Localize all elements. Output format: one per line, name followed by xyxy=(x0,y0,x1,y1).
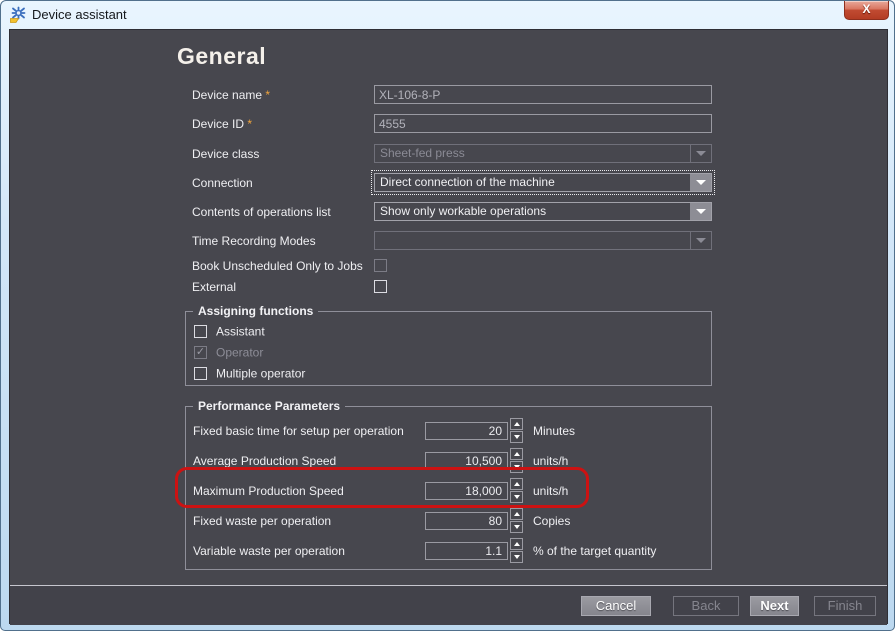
unit-label: units/h xyxy=(533,482,568,500)
connection-label: Connection xyxy=(192,173,253,192)
fixed-waste-stepper xyxy=(510,508,523,534)
operator-row: ✓Operator xyxy=(194,345,263,360)
maximum-speed-row: Maximum Production Speed units/h xyxy=(186,482,711,501)
average-speed-input[interactable] xyxy=(425,452,508,470)
spin-down-button[interactable] xyxy=(510,521,523,533)
variable-waste-stepper xyxy=(510,538,523,564)
assigning-functions-title: Assigning functions xyxy=(193,304,318,318)
required-marker: * xyxy=(265,88,270,102)
cancel-button[interactable]: Cancel xyxy=(581,596,651,616)
device-name-input[interactable] xyxy=(374,85,712,104)
chevron-down-icon[interactable] xyxy=(690,203,711,220)
spin-down-button[interactable] xyxy=(510,431,523,443)
time-recording-select xyxy=(374,231,712,250)
operator-checkbox: ✓ xyxy=(194,346,207,359)
operations-list-select[interactable]: Show only workable operations xyxy=(374,202,712,221)
spin-up-button[interactable] xyxy=(510,538,523,550)
device-id-label: Device ID * xyxy=(192,114,252,133)
spin-up-button[interactable] xyxy=(510,508,523,520)
connection-select[interactable]: Direct connection of the machine xyxy=(374,173,712,192)
device-id-input[interactable] xyxy=(374,114,712,133)
finish-button: Finish xyxy=(814,596,876,616)
time-recording-label: Time Recording Modes xyxy=(192,231,316,250)
external-label: External xyxy=(192,279,236,294)
page-title: General xyxy=(177,43,266,70)
spin-down-button[interactable] xyxy=(510,551,523,563)
spin-up-button[interactable] xyxy=(510,478,523,490)
setup-time-input[interactable] xyxy=(425,422,508,440)
setup-time-row: Fixed basic time for setup per operation… xyxy=(186,422,711,441)
performance-parameters-group: Performance Parameters Fixed basic time … xyxy=(185,406,712,570)
assistant-row: Assistant xyxy=(194,324,265,339)
dialog-content: General Device name * Device ID * Device… xyxy=(9,29,888,624)
performance-parameters-title: Performance Parameters xyxy=(193,399,345,413)
chevron-down-icon xyxy=(690,145,711,162)
back-button: Back xyxy=(673,596,739,616)
fixed-waste-row: Fixed waste per operation Copies xyxy=(186,512,711,531)
assistant-checkbox[interactable] xyxy=(194,325,207,338)
book-unscheduled-label: Book Unscheduled Only to Jobs xyxy=(192,258,363,273)
required-marker: * xyxy=(247,117,252,131)
spin-up-button[interactable] xyxy=(510,448,523,460)
unit-label: % of the target quantity xyxy=(533,542,656,560)
title-bar[interactable]: Device assistant xyxy=(1,1,894,29)
multiple-operator-checkbox[interactable] xyxy=(194,367,207,380)
spin-down-button[interactable] xyxy=(510,461,523,473)
chevron-down-icon xyxy=(690,232,711,249)
spin-down-button[interactable] xyxy=(510,491,523,503)
window-title: Device assistant xyxy=(32,7,127,22)
device-name-label: Device name * xyxy=(192,85,270,104)
close-button[interactable]: X xyxy=(844,1,889,20)
average-speed-stepper xyxy=(510,448,523,474)
maximum-speed-input[interactable] xyxy=(425,482,508,500)
variable-waste-input[interactable] xyxy=(425,542,508,560)
fixed-waste-input[interactable] xyxy=(425,512,508,530)
chevron-down-icon[interactable] xyxy=(690,174,711,191)
device-class-select: Sheet-fed press xyxy=(374,144,712,163)
footer-bar: Cancel Back Next Finish xyxy=(10,586,887,625)
device-class-label: Device class xyxy=(192,144,259,163)
unit-label: Minutes xyxy=(533,422,575,440)
setup-time-stepper xyxy=(510,418,523,444)
unit-label: units/h xyxy=(533,452,568,470)
app-icon xyxy=(10,6,27,23)
unit-label: Copies xyxy=(533,512,570,530)
spin-up-button[interactable] xyxy=(510,418,523,430)
book-unscheduled-checkbox xyxy=(374,259,387,272)
multiple-operator-row: Multiple operator xyxy=(194,366,305,381)
maximum-speed-stepper xyxy=(510,478,523,504)
average-speed-row: Average Production Speed units/h xyxy=(186,452,711,471)
variable-waste-row: Variable waste per operation % of the ta… xyxy=(186,542,711,561)
external-checkbox[interactable] xyxy=(374,280,387,293)
device-assistant-window: Device assistant X General Device name *… xyxy=(0,0,895,631)
operations-list-label: Contents of operations list xyxy=(192,202,331,221)
assigning-functions-group: Assigning functions Assistant ✓Operator … xyxy=(185,311,712,386)
next-button[interactable]: Next xyxy=(750,596,799,616)
